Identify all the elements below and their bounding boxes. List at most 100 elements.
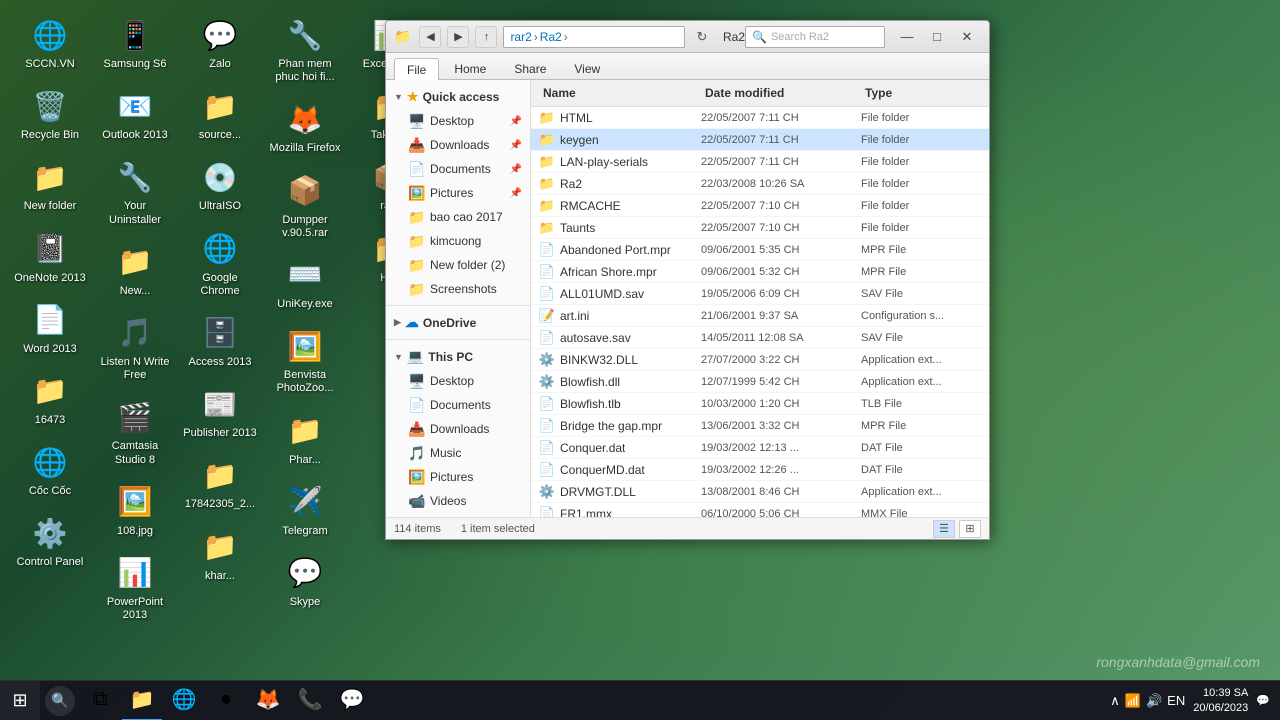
sidebar-item-bao-cao[interactable]: 📁 bao cao 2017 xyxy=(386,205,530,229)
desktop-icon-telegram[interactable]: ✈️ Telegram xyxy=(265,477,345,543)
desktop-icon-onenote[interactable]: 📓 OneNote 2013 xyxy=(10,224,90,290)
forward-button[interactable]: ▶ xyxy=(447,26,469,48)
desktop-icon-uninstaller[interactable]: 🔧 Your Uninstaller xyxy=(95,152,175,231)
detail-view-button[interactable]: ☰ xyxy=(933,520,955,538)
sidebar-item-desktop2[interactable]: 🖥️ Desktop xyxy=(386,369,530,393)
desktop-icon-dumpper[interactable]: 📦 Dumpper v.90.5.rar xyxy=(265,166,345,245)
desktop-icon-chrome[interactable]: 🌐 Google Chrome xyxy=(180,224,260,303)
maximize-button[interactable]: □ xyxy=(923,26,951,48)
desktop-icon-camtasia[interactable]: 🎬 Camtasia Studio 8 xyxy=(95,392,175,471)
tile-view-button[interactable]: ⊞ xyxy=(959,520,981,538)
sidebar-item-newfolder2[interactable]: 📁 New folder (2) xyxy=(386,253,530,277)
path-rar2[interactable]: rar2 xyxy=(510,30,531,44)
table-row[interactable]: 📄 ConquerMD.dat 19/03/2002 12:26 ... DAT… xyxy=(531,459,989,481)
taskbar-file-explorer[interactable]: 📁 xyxy=(122,681,162,720)
this-pc-header[interactable]: ▼ 💻 This PC xyxy=(386,344,530,369)
sidebar-item-pictures2[interactable]: 🖼️ Pictures xyxy=(386,465,530,489)
desktop-icon-ultraiso[interactable]: 💿 UltraISO xyxy=(180,152,260,218)
table-row[interactable]: 📄 autosave.sav 14/05/2011 12:08 SA SAV F… xyxy=(531,327,989,349)
table-row[interactable]: 📝 art.ini 21/06/2001 9:37 SA Configurati… xyxy=(531,305,989,327)
desktop-icon-phan-mem[interactable]: 🔧 Phan mem phuc hoi fi... xyxy=(265,10,345,89)
desktop-icon-access[interactable]: 🗄️ Access 2013 xyxy=(180,308,260,374)
tray-chevron[interactable]: ∧ xyxy=(1110,693,1120,709)
sidebar-item-kimcuong[interactable]: 📁 kimcuong xyxy=(386,229,530,253)
desktop-icon-control[interactable]: ⚙️ Control Panel xyxy=(10,508,90,574)
col-type[interactable]: Type xyxy=(861,84,981,102)
desktop-icon-outlook[interactable]: 📧 Outlook 2013 xyxy=(95,81,175,147)
taskbar-search-button[interactable]: 🔍 xyxy=(45,686,75,716)
tab-view[interactable]: View xyxy=(561,57,613,79)
up-button[interactable]: ↑ xyxy=(475,26,497,48)
desktop-icon-word[interactable]: 📄 Word 2013 xyxy=(10,295,90,361)
desktop-icon-unikey[interactable]: ⌨️ UniKey.exe xyxy=(265,250,345,316)
sidebar-item-pictures[interactable]: 🖼️ Pictures 📌 xyxy=(386,181,530,205)
taskbar-clock[interactable]: 10:39 SA 20/06/2023 xyxy=(1193,686,1248,715)
table-row[interactable]: 📄 Conquer.dat 19/03/2002 12:13 ... DAT F… xyxy=(531,437,989,459)
table-row[interactable]: ⚙️ Blowfish.dll 12/07/1999 5:42 CH Appli… xyxy=(531,371,989,393)
desktop-icon-samsung[interactable]: 📱 Samsung S6 xyxy=(95,10,175,76)
desktop-icon-source[interactable]: 📁 source... xyxy=(180,81,260,147)
sidebar-item-downloads2[interactable]: 📥 Downloads xyxy=(386,417,530,441)
notification-icon[interactable]: 💬 xyxy=(1256,694,1270,707)
close-button[interactable]: ✕ xyxy=(953,26,981,48)
desktop-icon-16473[interactable]: 📁 16473 xyxy=(10,366,90,432)
table-row[interactable]: 📁 RMCACHE 22/05/2007 7:10 CH File folder xyxy=(531,195,989,217)
table-row[interactable]: ⚙️ BINKW32.DLL 27/07/2000 3:22 CH Applic… xyxy=(531,349,989,371)
table-row[interactable]: 📁 LAN-play-serials 22/05/2007 7:11 CH Fi… xyxy=(531,151,989,173)
taskbar-edge[interactable]: 🌐 xyxy=(164,681,204,720)
taskbar-skype[interactable]: 💬 xyxy=(332,681,372,720)
table-row[interactable]: ⚙️ DRVMGT.DLL 13/08/2001 8:46 CH Applica… xyxy=(531,481,989,503)
taskbar-firefox[interactable]: 🦊 xyxy=(248,681,288,720)
minimize-button[interactable]: — xyxy=(893,26,921,48)
desktop-icon-newfolder[interactable]: 📁 New folder xyxy=(10,152,90,218)
table-row[interactable]: 📁 keygen 22/05/2007 7:11 CH File folder xyxy=(531,129,989,151)
table-row[interactable]: 📄 Abandoned Port.mpr 09/06/2001 5:35 CH … xyxy=(531,239,989,261)
col-name[interactable]: Name xyxy=(539,84,701,102)
taskbar-viber[interactable]: 📞 xyxy=(290,681,330,720)
taskbar-chrome[interactable]: ● xyxy=(206,681,246,720)
desktop-icon-new[interactable]: 📁 New... xyxy=(95,237,175,303)
desktop-icon-cococ[interactable]: 🌐 Cốc Cốc xyxy=(10,437,90,503)
start-button[interactable]: ⊞ xyxy=(0,681,40,720)
tab-file[interactable]: File xyxy=(394,58,439,80)
desktop-icon-publisher[interactable]: 📰 Publisher 2013 xyxy=(180,379,260,445)
desktop-icon-108jpg[interactable]: 🖼️ 108.jpg xyxy=(95,477,175,543)
table-row[interactable]: 📁 Ra2 22/03/2008 10:26 SA File folder xyxy=(531,173,989,195)
desktop-icon-firefox[interactable]: 🦊 Mozilla Firefox xyxy=(265,94,345,160)
desktop-icon-khar[interactable]: 📁 khar... xyxy=(180,522,260,588)
volume-icon[interactable]: 🔊 xyxy=(1146,693,1162,709)
network-icon[interactable]: 📶 xyxy=(1125,693,1141,709)
language-indicator[interactable]: EN xyxy=(1167,693,1185,708)
desktop-icon-17842305[interactable]: 📁 17842305_2... xyxy=(180,450,260,516)
sidebar-item-screenshots[interactable]: 📁 Screenshots xyxy=(386,277,530,301)
sidebar-item-documents[interactable]: 📄 Documents 📌 xyxy=(386,157,530,181)
quick-access-header[interactable]: ▼ ★ Quick access xyxy=(386,85,530,109)
sidebar-item-downloads[interactable]: 📥 Downloads 📌 xyxy=(386,133,530,157)
desktop-icon-skype[interactable]: 💬 Skype xyxy=(265,548,345,614)
sidebar-item-documents2[interactable]: 📄 Documents xyxy=(386,393,530,417)
tab-home[interactable]: Home xyxy=(441,57,499,79)
tab-share[interactable]: Share xyxy=(501,57,559,79)
table-row[interactable]: 📄 ALL01UMD.sav 19/05/2006 6:09 CH SAV Fi… xyxy=(531,283,989,305)
desktop-icon-listen[interactable]: 🎵 Listen N Write Free xyxy=(95,308,175,387)
back-button[interactable]: ◀ xyxy=(419,26,441,48)
table-row[interactable]: 📄 African Shore.mpr 09/06/2001 5:32 CH M… xyxy=(531,261,989,283)
table-row[interactable]: 📁 HTML 22/05/2007 7:11 CH File folder xyxy=(531,107,989,129)
table-row[interactable]: 📁 Taunts 22/05/2007 7:10 CH File folder xyxy=(531,217,989,239)
onedrive-header[interactable]: ▶ ☁ OneDrive xyxy=(386,310,530,335)
desktop-icon-phar[interactable]: 📁 Phar... xyxy=(265,406,345,472)
table-row[interactable]: 📄 Bridge the gap.mpr 13/06/2001 3:32 CH … xyxy=(531,415,989,437)
sidebar-item-music[interactable]: 🎵 Music xyxy=(386,441,530,465)
desktop-icon-recycle[interactable]: 🗑️ Recycle Bin xyxy=(10,81,90,147)
path-ra2[interactable]: Ra2 xyxy=(540,30,562,44)
col-date[interactable]: Date modified xyxy=(701,84,861,102)
desktop-icon-sccn[interactable]: 🌐 SCCN.VN xyxy=(10,10,90,76)
desktop-icon-benvista[interactable]: 🖼️ Benvista PhotoZoo... xyxy=(265,321,345,400)
desktop-icon-powerpoint[interactable]: 📊 PowerPoint 2013 xyxy=(95,548,175,627)
sidebar-item-videos[interactable]: 📹 Videos xyxy=(386,489,530,513)
table-row[interactable]: 📄 Blowfish.tlb 10/03/2000 1:20 CH TLB Fi… xyxy=(531,393,989,415)
sidebar-item-desktop[interactable]: 🖥️ Desktop 📌 xyxy=(386,109,530,133)
table-row[interactable]: 📄 FR1.mmx 06/10/2000 5:06 CH MMX File xyxy=(531,503,989,517)
desktop-icon-zalo[interactable]: 💬 Zalo xyxy=(180,10,260,76)
refresh-button[interactable]: ↻ xyxy=(691,26,713,48)
